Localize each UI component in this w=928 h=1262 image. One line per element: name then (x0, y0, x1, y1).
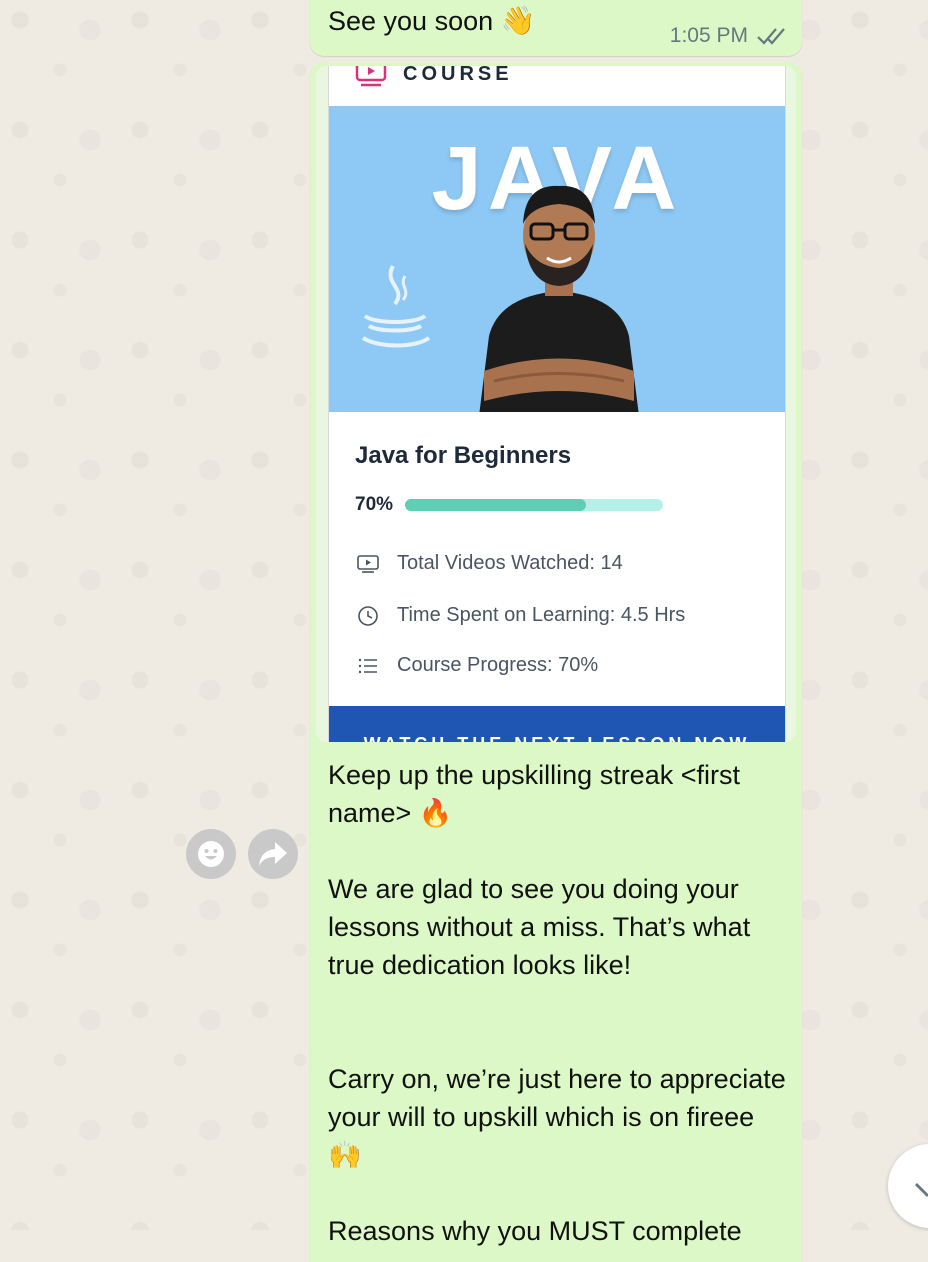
card-header-label: COURSE (403, 66, 513, 85)
forward-button[interactable] (248, 829, 298, 879)
chevron-down-icon (914, 1182, 928, 1198)
stat-time-text: Time Spent on Learning: 4.5 Hrs (397, 604, 686, 626)
stat-videos-watched: Total Videos Watched: 14 (357, 552, 623, 575)
stat-progress-text: Course Progress: 70% (397, 654, 599, 676)
react-button[interactable] (186, 829, 236, 879)
message-bubble[interactable]: See you soon 👋 1:05 PM (310, 0, 802, 56)
message-text: See you soon 👋 (328, 4, 536, 37)
course-title: Java for Beginners (355, 442, 572, 469)
message-bubble-main[interactable]: COURSE JAVA Java for Beginners 70% Total… (310, 62, 802, 1262)
java-logo-icon (361, 265, 431, 348)
instructor-photo (479, 185, 639, 412)
forward-icon (259, 842, 287, 866)
hero-banner: JAVA (329, 106, 785, 412)
cta-label: WATCH THE NEXT LESSON NOW (364, 734, 751, 742)
stat-videos-text: Total Videos Watched: 14 (397, 552, 623, 574)
watch-next-lesson-button[interactable]: WATCH THE NEXT LESSON NOW (329, 706, 785, 742)
stat-time-spent: Time Spent on Learning: 4.5 Hrs (357, 604, 685, 627)
stat-course-progress: Course Progress: 70% (357, 654, 598, 677)
progress-percent: 70% (355, 494, 394, 515)
read-receipt-icon (757, 28, 785, 45)
smiley-icon (198, 841, 224, 867)
clock-icon (358, 605, 378, 626)
image-attachment[interactable]: COURSE JAVA Java for Beginners 70% Total… (316, 66, 796, 742)
list-icon (358, 658, 377, 673)
message-time: 1:05 PM (669, 24, 748, 47)
progress-bar (405, 499, 664, 511)
message-body-text: Keep up the upskilling streak <first nam… (328, 760, 786, 1246)
message-text-content: See you soon (328, 6, 494, 36)
card-header: COURSE (355, 66, 513, 88)
wave-emoji: 👋 (500, 5, 536, 36)
video-icon (357, 554, 379, 573)
progress-row: 70% (355, 494, 664, 516)
message-meta: 1:05 PM (670, 24, 788, 48)
course-card: COURSE JAVA Java for Beginners 70% Total… (328, 66, 786, 742)
progress-bar-fill (405, 499, 586, 511)
course-play-icon (355, 66, 387, 87)
